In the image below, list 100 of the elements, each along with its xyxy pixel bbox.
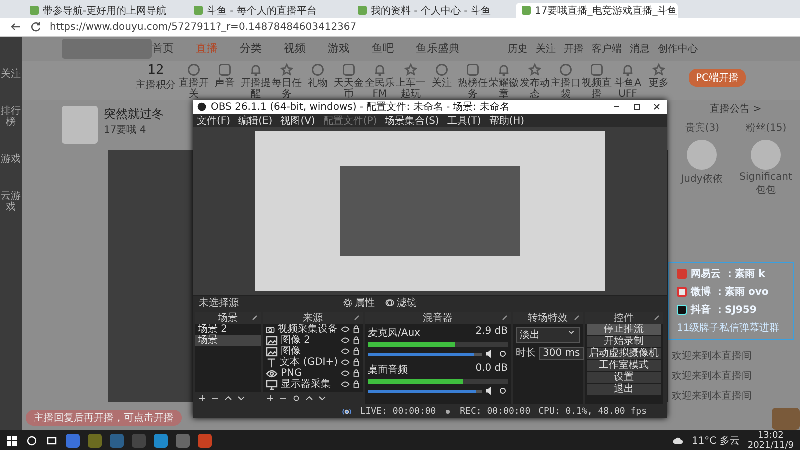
tool-label[interactable]: 更多 bbox=[644, 78, 674, 89]
up-icon bbox=[224, 394, 233, 402]
menu-item[interactable]: 场景集合(S) bbox=[385, 114, 440, 128]
properties-button[interactable]: 属性 bbox=[341, 296, 377, 310]
control-button[interactable]: 启动虚拟摄像机 bbox=[587, 348, 661, 359]
monitor-icon bbox=[266, 378, 278, 390]
browser-tab[interactable]: 我的资料 - 个人中心 - 斗鱼 bbox=[352, 3, 514, 18]
lock-icon bbox=[352, 325, 361, 334]
nav-link[interactable]: 鱼吧 bbox=[372, 41, 394, 56]
menu-item[interactable]: 工具(T) bbox=[447, 114, 482, 128]
source-item[interactable]: 显示器采集 bbox=[281, 379, 331, 390]
tool-label[interactable]: 声音 bbox=[210, 78, 240, 89]
transition-dropdown[interactable]: 淡出 bbox=[516, 327, 580, 343]
taskbar-app-icon[interactable] bbox=[198, 434, 212, 448]
source-item[interactable]: 视频采集设备 bbox=[278, 324, 338, 335]
live-icon bbox=[342, 407, 352, 417]
sidebar-item[interactable]: 游戏 bbox=[0, 154, 22, 165]
tool-label[interactable]: 上车一起玩 bbox=[396, 78, 426, 100]
menu-item[interactable]: 编辑(E) bbox=[238, 114, 273, 128]
volume-slider-fill[interactable] bbox=[368, 352, 474, 356]
score-label: 主播积分 bbox=[136, 78, 176, 92]
overlay-handle: ：SJ959 bbox=[715, 304, 757, 317]
eye-icon bbox=[266, 368, 278, 380]
tool-label[interactable]: 关注 bbox=[427, 78, 457, 89]
bell-icon bbox=[249, 62, 263, 77]
record-dot-icon bbox=[444, 408, 452, 416]
menu-item[interactable]: 文件(F) bbox=[197, 114, 231, 128]
nav-link[interactable]: 游戏 bbox=[328, 41, 350, 56]
taskbar-app-icon[interactable] bbox=[154, 434, 168, 448]
pop-out-icon bbox=[251, 314, 259, 322]
header-action[interactable]: 创作中心 bbox=[658, 42, 698, 56]
dock-title: 控件 bbox=[614, 312, 634, 324]
filters-button[interactable]: 滤镜 bbox=[383, 296, 419, 310]
nav-link[interactable]: 视频 bbox=[284, 41, 306, 56]
tool-label[interactable]: 礼物 bbox=[303, 78, 333, 89]
header-action[interactable]: 关注 bbox=[536, 42, 556, 56]
tool-label[interactable]: 每日任务 bbox=[272, 78, 302, 100]
control-button[interactable]: 停止推流 bbox=[587, 324, 661, 335]
bell-icon bbox=[497, 62, 511, 77]
notice-link[interactable]: 直播公告 > bbox=[672, 102, 800, 116]
sidebar-item[interactable]: 排行榜 bbox=[0, 106, 22, 128]
bell-icon bbox=[621, 62, 635, 77]
tool-label[interactable]: 斗鱼AUFF bbox=[613, 78, 643, 100]
cpu-fps-status: CPU: 0.1%, 48.00 fps bbox=[538, 407, 647, 417]
scene-item[interactable]: 场景 bbox=[195, 335, 261, 346]
source-item[interactable]: 文本 (GDI+) bbox=[280, 357, 338, 368]
nav-link[interactable]: 鱼乐盛典 bbox=[416, 41, 460, 56]
add-icon bbox=[198, 394, 207, 402]
clock-date[interactable]: 2021/11/9 bbox=[748, 440, 794, 450]
taskbar-app-icon[interactable] bbox=[88, 434, 102, 448]
taskbar-app-icon[interactable] bbox=[176, 434, 190, 448]
volume-slider-fill[interactable] bbox=[368, 390, 476, 392]
header-action[interactable]: 消息 bbox=[630, 42, 650, 56]
source-item[interactable]: 图像 bbox=[281, 346, 301, 357]
lock-icon bbox=[352, 336, 361, 345]
chat-message: 欢迎来到本直播间 bbox=[672, 390, 753, 403]
tool-label[interactable]: 热榜任务 bbox=[458, 78, 488, 100]
tool-label[interactable]: 直播开关 bbox=[179, 78, 209, 100]
nav-link[interactable]: 首页 bbox=[152, 41, 174, 56]
source-item[interactable]: 图像 2 bbox=[281, 335, 311, 346]
control-button[interactable]: 工作室模式 bbox=[587, 360, 661, 371]
tool-label[interactable]: 全民乐FM bbox=[365, 78, 395, 100]
control-button[interactable]: 设置 bbox=[587, 372, 661, 383]
tool-label[interactable]: 主播口袋 bbox=[551, 78, 581, 100]
weather-text[interactable]: 11°C 多云 bbox=[692, 434, 740, 448]
tool-label[interactable]: 荣耀徽章 bbox=[489, 78, 519, 100]
taskbar-app-icon[interactable] bbox=[66, 434, 80, 448]
header-action[interactable]: 历史 bbox=[508, 42, 528, 56]
clock-time[interactable]: 13:02 bbox=[758, 430, 784, 440]
browser-tab[interactable]: 17要哦直播_电竞游戏直播_斗鱼 bbox=[516, 3, 678, 18]
source-item[interactable]: PNG bbox=[281, 368, 302, 379]
header-action[interactable]: 开播 bbox=[564, 42, 584, 56]
browser-tab[interactable]: 带参导航-更好用的上网导航 bbox=[24, 3, 186, 18]
filter-icon bbox=[385, 298, 395, 308]
circle-icon bbox=[187, 62, 201, 77]
scene-item[interactable]: 场景 2 bbox=[195, 324, 261, 335]
browser-tab[interactable]: 斗鱼 - 每个人的直播平台 bbox=[188, 3, 350, 18]
toast-message: 主播回复后再开播，可点击开播 bbox=[26, 410, 182, 426]
square-icon bbox=[218, 62, 232, 77]
menu-item[interactable]: 视图(V) bbox=[280, 114, 316, 128]
down-icon bbox=[318, 394, 327, 402]
score-value: 12 bbox=[148, 62, 164, 78]
sidebar-item[interactable]: 关注 bbox=[0, 69, 22, 80]
tool-label[interactable]: 发布动态 bbox=[520, 78, 550, 100]
duration-field[interactable]: 300 ms bbox=[539, 346, 584, 360]
add-icon bbox=[266, 394, 275, 402]
control-button[interactable]: 开始录制 bbox=[587, 336, 661, 347]
control-button[interactable]: 退出 bbox=[587, 384, 661, 395]
tool-label[interactable]: 天天金币 bbox=[334, 78, 364, 100]
tool-label[interactable]: 视频直播 bbox=[582, 78, 612, 100]
taskbar-app-icon[interactable] bbox=[110, 434, 124, 448]
menu-item[interactable]: 帮助(H) bbox=[489, 114, 525, 128]
dock-title: 混音器 bbox=[423, 312, 453, 325]
rank-tab[interactable]: 贵宾(3) bbox=[685, 121, 720, 135]
header-action[interactable]: 客户端 bbox=[592, 42, 622, 56]
nav-link[interactable]: 分类 bbox=[240, 41, 262, 56]
go-live-button[interactable]: PC端开播 bbox=[689, 68, 746, 87]
sidebar-item[interactable]: 云游戏 bbox=[0, 191, 22, 213]
rank-tab[interactable]: 粉丝(15) bbox=[746, 121, 787, 135]
tool-label[interactable]: 开播提醒 bbox=[241, 78, 271, 100]
